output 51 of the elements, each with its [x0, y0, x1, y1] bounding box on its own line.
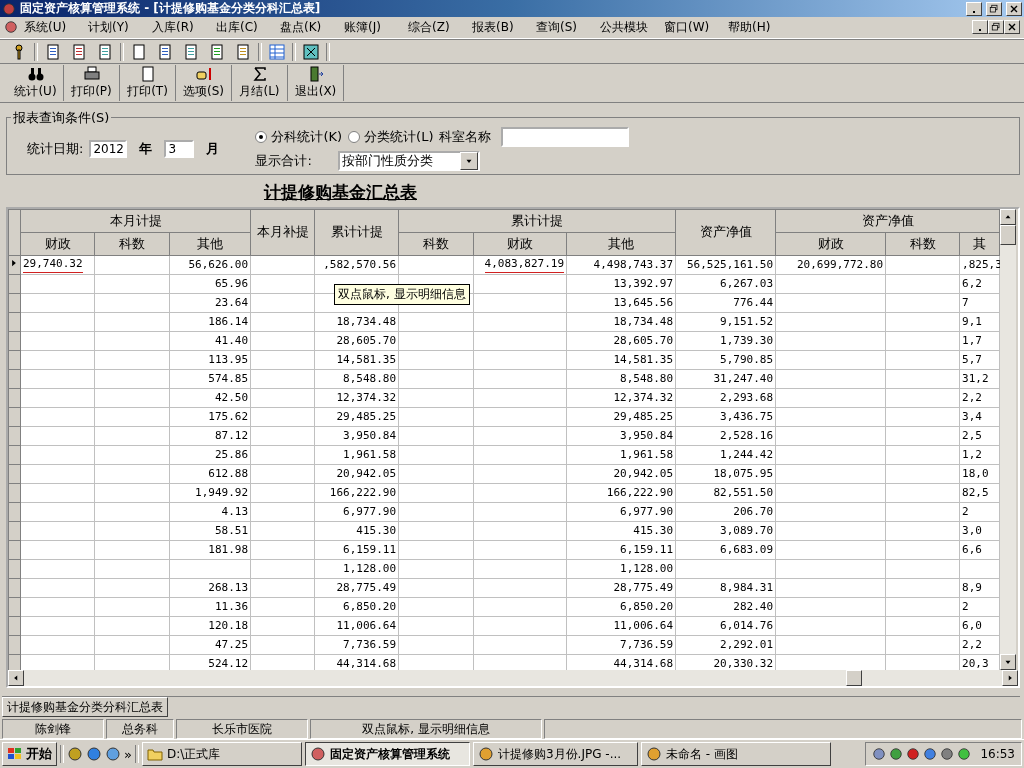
menu-item[interactable]: 盘点(K) [274, 18, 338, 36]
taskbar-button[interactable]: 未命名 - 画图 [640, 742, 831, 767]
document-tab[interactable]: 计提修购基金分类分科汇总表 [2, 697, 168, 718]
menu-item[interactable]: 综合(Z) [402, 18, 466, 36]
group-header: 本月计提 [20, 209, 251, 233]
clock: 16:53 [980, 747, 1015, 762]
menu-item[interactable]: 报表(B) [466, 18, 530, 36]
menu-item[interactable]: 窗口(W) [658, 18, 722, 36]
summary-dropdown[interactable]: 按部门性质分类 [337, 150, 480, 171]
menu-item[interactable]: 账簿(J) [338, 18, 402, 36]
status-cell: 陈剑锋 [2, 719, 104, 740]
menu-item[interactable]: 系统(U) [18, 18, 82, 36]
radio-button[interactable]: 分科统计(K) [255, 127, 343, 146]
department-label: 科室名称 [439, 127, 492, 146]
menu-item[interactable]: 公共模块 [594, 18, 658, 36]
radio-button[interactable]: 分类统计(L) [348, 127, 434, 146]
taskbar-button[interactable]: 计提修购3月份.JPG -... [472, 742, 638, 767]
menu-item[interactable]: 查询(S) [530, 18, 594, 36]
status-cell: 长乐市医院 [176, 719, 308, 740]
group-legend: 报表查询条件(S) [11, 108, 112, 127]
more-chevron[interactable]: » [124, 746, 132, 762]
year-field[interactable]: 2012 [89, 139, 128, 158]
start-button[interactable]: 开始 [2, 742, 57, 767]
menu-item[interactable]: 出库(C) [210, 18, 274, 36]
group-header: 资产净值 [775, 209, 1000, 233]
date-label: 统计日期: [27, 139, 84, 158]
column-header: 财政 [775, 232, 886, 256]
summary-label: 显示合计: [255, 151, 312, 170]
toolbar-button[interactable]: 统计(U) [8, 65, 64, 102]
group-header: 资产净值 [675, 209, 776, 256]
status-cell: 双点鼠标, 显示明细信息 [310, 719, 542, 740]
menu-item[interactable]: 入库(R) [146, 18, 210, 36]
month-label: 月 [206, 139, 220, 158]
toolbar-button[interactable]: 月结(L) [232, 65, 288, 102]
year-label: 年 [139, 139, 153, 158]
status-cell: 总务科 [106, 719, 174, 740]
menu-item[interactable]: 帮助(H) [722, 18, 786, 36]
window-title: 固定资产核算管理系统 - [计提修购基金分类分科汇总表] [20, 0, 322, 17]
menu-item[interactable]: 计划(Y) [82, 18, 146, 36]
taskbar-button[interactable]: D:\正式库 [141, 742, 302, 767]
taskbar-button[interactable]: 固定资产核算管理系统 [304, 742, 470, 767]
toolbar-button[interactable]: 退出(X) [288, 65, 344, 102]
tooltip: 双点鼠标, 显示明细信息 [334, 283, 470, 305]
group-header: 累计计提 [314, 209, 399, 256]
group-header: 本月补提 [250, 209, 315, 256]
report-title: 计提修购基金汇总表 [264, 180, 418, 203]
toolbar-button[interactable]: 打印(P) [64, 65, 120, 102]
toolbar-button[interactable]: 选项(S) [176, 65, 232, 102]
toolbar-button[interactable]: 打印(T) [120, 65, 176, 102]
month-field[interactable]: 3 [164, 139, 195, 158]
group-header: 累计计提 [398, 209, 676, 233]
